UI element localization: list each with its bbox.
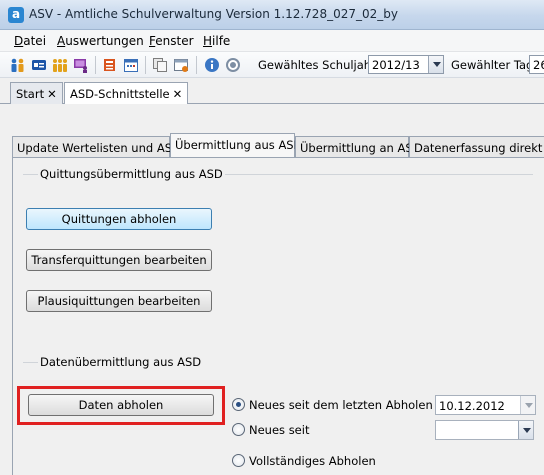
- toolbar-separator: [95, 56, 96, 74]
- students-icon[interactable]: [10, 57, 26, 73]
- tab-start-label: Start: [16, 87, 45, 101]
- menu-bar: Datei Auswertungen Fenster Hilfe: [0, 30, 544, 52]
- copy-icon[interactable]: [152, 57, 168, 73]
- tag-label: Gewählter Tag: [451, 58, 534, 72]
- info-icon[interactable]: [204, 57, 220, 73]
- daten-abholen-button[interactable]: Daten abholen: [28, 394, 214, 416]
- close-icon[interactable]: ✕: [47, 87, 57, 101]
- schuljahr-label: Gewähltes Schuljahr: [258, 58, 376, 72]
- quittung-group-title: Quittungsübermittlung aus ASD: [38, 167, 225, 181]
- schuljahr-value: 2012/13: [372, 58, 420, 72]
- close-icon[interactable]: ✕: [173, 87, 183, 101]
- app-icon: a: [8, 7, 24, 23]
- radio-neues-seit-letztem[interactable]: [232, 398, 245, 411]
- tab-uebermittlung-aus-asd[interactable]: Übermittlung aus ASD: [170, 133, 302, 158]
- last-fetch-date-field: 10.12.2012: [435, 395, 536, 415]
- tab-start[interactable]: Start ✕: [10, 82, 63, 104]
- radio-vollstaendig[interactable]: [232, 454, 245, 467]
- group-icon[interactable]: [52, 57, 68, 73]
- menu-datei[interactable]: Datei: [14, 34, 46, 48]
- tab-update-wertelisten[interactable]: Update Wertelisten und ASV: [12, 136, 180, 157]
- chevron-down-icon[interactable]: [428, 56, 443, 73]
- radio-vollstaendig-label: Vollständiges Abholen: [249, 454, 376, 468]
- calendar-icon[interactable]: [123, 57, 139, 73]
- quittungen-abholen-button[interactable]: Quittungen abholen: [26, 208, 212, 230]
- document-tabs: Start ✕ ASD-Schnittstelle ✕: [0, 78, 544, 105]
- tab-asd-label: ASD-Schnittstelle: [70, 87, 170, 101]
- window-title: ASV - Amtliche Schulverwaltung Version 1…: [29, 7, 398, 21]
- since-date-field[interactable]: [435, 420, 534, 440]
- sub-tabs: Update Wertelisten und ASV Übermittlung …: [12, 133, 544, 158]
- chevron-down-icon[interactable]: [518, 421, 533, 439]
- menu-fenster[interactable]: Fenster: [149, 34, 194, 48]
- radio-neues-seit-letztem-label: Neues seit dem letzten Abholen am: [249, 398, 455, 412]
- daten-group-title: Datenübermittlung aus ASD: [38, 355, 204, 369]
- toolbar: Gewähltes Schuljahr 2012/13 Gewählter Ta…: [0, 52, 544, 78]
- toolbar-separator: [196, 56, 197, 74]
- tab-datenerfassung[interactable]: Datenerfassung direkt in: [409, 136, 544, 157]
- toolbar-separator: [145, 56, 146, 74]
- content-area: Update Wertelisten und ASV Übermittlung …: [0, 104, 544, 475]
- menu-hilfe[interactable]: Hilfe: [203, 34, 230, 48]
- transferquittungen-button[interactable]: Transferquittungen bearbeiten: [26, 249, 212, 271]
- tab-panel: Quittungsübermittlung aus ASD Quittungen…: [12, 158, 544, 475]
- radio-neues-seit[interactable]: [232, 423, 245, 436]
- id-card-icon[interactable]: [31, 57, 47, 73]
- tab-asd-schnittstelle[interactable]: ASD-Schnittstelle ✕: [64, 82, 189, 105]
- help-icon[interactable]: [225, 57, 241, 73]
- menu-auswertungen[interactable]: Auswertungen: [57, 34, 144, 48]
- plausiquittungen-button[interactable]: Plausiquittungen bearbeiten: [26, 290, 212, 312]
- last-fetch-date: 10.12.2012: [439, 399, 505, 413]
- book-icon[interactable]: [102, 57, 118, 73]
- title-bar: a ASV - Amtliche Schulverwaltung Version…: [0, 0, 544, 30]
- tag-field[interactable]: 26: [529, 55, 544, 74]
- window-icon[interactable]: [173, 57, 189, 73]
- tag-value: 26: [533, 58, 544, 72]
- tab-uebermittlung-an-asd[interactable]: Übermittlung an ASD: [295, 136, 421, 157]
- chevron-down-icon: [520, 396, 535, 414]
- radio-neues-seit-label: Neues seit: [249, 423, 310, 437]
- schuljahr-select[interactable]: 2012/13: [368, 55, 444, 74]
- teacher-icon[interactable]: [73, 57, 89, 73]
